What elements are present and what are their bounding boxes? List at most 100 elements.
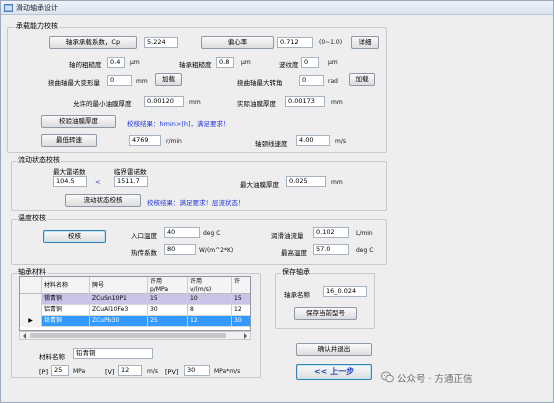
row-selector[interactable]	[20, 305, 42, 316]
bore-roughness-unit: μm	[241, 59, 251, 66]
actual-film-label: 实际油膜厚度	[237, 100, 276, 108]
deformation-unit: mm	[136, 78, 148, 85]
deformation-load-button[interactable]: 加载	[155, 73, 182, 86]
title-bar: 滑动轴承设计	[1, 1, 553, 15]
waviness-field[interactable]: 0	[301, 57, 319, 68]
max-temp-field[interactable]: 57.0	[313, 244, 349, 255]
table-row[interactable]: 铝青铜 ZCuAl10Fe3 30 8 12	[20, 305, 250, 316]
bearing-coef-button[interactable]: 轴承承载系数，Cp	[49, 36, 137, 49]
load-capacity-title: 承载能力校核	[15, 21, 59, 31]
allow-pv-field[interactable]: 30	[184, 365, 210, 376]
journal-speed-label: 轴颈线速度	[255, 140, 288, 148]
shaft-roughness-label: 轴的粗糙度	[69, 61, 102, 69]
max-film-unit: mm	[331, 179, 343, 186]
tilt-angle-label: 挠曲轴最大转角	[237, 79, 283, 87]
max-temp-label: 最高温度	[281, 249, 307, 257]
table-cell: ZCuAl10Fe3	[90, 305, 148, 316]
table-cell: 铅青铜	[42, 316, 90, 327]
heat-coef-label: 热传系数	[131, 249, 157, 257]
material-name-label: 材料名称	[39, 353, 65, 361]
flow-check-result: 校核结果：满足要求！层流状态！	[147, 199, 245, 207]
column-header[interactable]: 许	[232, 277, 250, 294]
eccentricity-range: (0~1.0)	[319, 39, 343, 46]
critical-reynolds-label: 临界雷诺数	[114, 168, 147, 176]
table-cell: 30	[148, 305, 188, 316]
tilt-angle-field[interactable]: 0	[299, 75, 324, 86]
confirm-exit-button[interactable]: 确认并退出	[296, 343, 372, 356]
back-button[interactable]: << 上一步	[296, 364, 372, 380]
window-title: 滑动轴承设计	[16, 4, 58, 12]
table-row-selected[interactable]: ▶ 铅青铜 ZCuPb30 25 12 30	[20, 316, 250, 327]
bearing-coef-field[interactable]: 5.224	[144, 37, 178, 48]
heat-coef-unit: W/(m^2*K)	[199, 247, 234, 254]
eccentricity-button[interactable]: 偏心率	[201, 36, 274, 49]
allow-p-field[interactable]: 25	[51, 365, 69, 376]
table-row[interactable]: 锡青铜 ZCuSn10P1 15 10 15	[20, 294, 250, 305]
save-bearing-title: 保存轴承	[281, 267, 311, 277]
bearing-name-field[interactable]: 16_0.024	[323, 286, 367, 297]
detail-button[interactable]: 详细	[351, 36, 379, 49]
table-cell: 30	[234, 317, 242, 324]
bore-roughness-label: 轴承粗糙度	[179, 61, 212, 69]
waviness-label: 波纹度	[279, 61, 299, 69]
row-selector[interactable]: ▶	[20, 316, 42, 327]
temperature-check-button[interactable]: 校核	[43, 230, 106, 243]
less-than-sign: <	[95, 178, 101, 186]
app-icon	[4, 4, 13, 12]
tilt-angle-unit: rad	[328, 78, 338, 85]
scroll-left-arrow-icon[interactable]	[22, 333, 28, 339]
temperature-title: 温度校核	[17, 213, 47, 223]
wechat-logo-icon	[381, 371, 394, 383]
table-header: 材料名称 牌号 许用 p/MPa 许用 v/(m/s) 许	[20, 277, 250, 294]
inlet-temp-unit: deg C	[203, 230, 221, 237]
critical-reynolds-field[interactable]: 1511.7	[114, 176, 148, 187]
check-film-button[interactable]: 校验油膜厚度	[41, 115, 116, 128]
main-window: 滑动轴承设计 承载能力校核 轴承承载系数，Cp 5.224 偏心率 0.712 …	[0, 0, 554, 403]
column-header[interactable]: 材料名称	[42, 277, 90, 294]
max-film-label: 最大油膜厚度	[240, 181, 279, 189]
table-cell: 15	[234, 295, 242, 302]
max-film-field[interactable]: 0.025	[286, 176, 326, 187]
max-reynolds-label: 最大雷诺数	[53, 168, 86, 176]
table-cell: 铝青铜	[42, 305, 90, 316]
material-table[interactable]: 材料名称 牌号 许用 p/MPa 许用 v/(m/s) 许 锡青铜 ZCuSn1…	[19, 276, 251, 331]
watermark-text: 公众号 · 方通正信	[397, 374, 473, 385]
min-speed-field[interactable]: 4769	[129, 135, 161, 146]
inlet-temp-field[interactable]: 40	[164, 227, 200, 238]
actual-film-field[interactable]: 0.00173	[285, 96, 325, 107]
allow-pv-unit: MPa*m/s	[214, 368, 241, 375]
max-reynolds-field[interactable]: 104.5	[53, 176, 87, 187]
scrollbar-thumb[interactable]	[30, 333, 226, 338]
scroll-right-arrow-icon[interactable]	[242, 333, 248, 339]
table-horizontal-scrollbar[interactable]	[19, 331, 251, 340]
min-speed-button[interactable]: 最低转速	[41, 134, 97, 147]
inlet-temp-label: 入口温度	[131, 232, 157, 240]
shaft-roughness-field[interactable]: 0.4	[107, 57, 125, 68]
allowed-film-field[interactable]: 0.00120	[144, 96, 184, 107]
column-header[interactable]: 许用 p/MPa	[148, 277, 188, 294]
lube-flow-unit: L/min	[356, 230, 373, 237]
tilt-angle-load-button[interactable]: 加载	[349, 73, 375, 86]
table-cell: 锡青铜	[42, 294, 90, 305]
material-name-field[interactable]: 铅青铜	[73, 348, 153, 359]
save-model-button[interactable]: 保存当前型号	[294, 307, 357, 320]
eccentricity-field[interactable]: 0.712	[277, 37, 313, 48]
lube-flow-label: 润滑油流量	[271, 232, 304, 240]
column-header[interactable]: 牌号	[90, 277, 148, 294]
heat-coef-field[interactable]: 80	[164, 244, 196, 255]
allow-v-field[interactable]: 12	[118, 365, 142, 376]
table-header-corner	[20, 277, 42, 294]
journal-speed-field[interactable]: 4.00	[296, 135, 330, 146]
bore-roughness-field[interactable]: 0.8	[216, 57, 234, 68]
min-speed-unit: r/min	[166, 138, 182, 145]
flow-check-button[interactable]: 流动状态校核	[65, 194, 141, 207]
table-cell: 12	[234, 306, 242, 313]
row-selector[interactable]	[20, 294, 42, 305]
deformation-field[interactable]: 0	[107, 75, 132, 86]
deformation-label: 挠曲轴最大变形量	[48, 79, 100, 87]
table-cell: 8	[188, 305, 232, 316]
column-header[interactable]: 许用 v/(m/s)	[188, 277, 232, 294]
lube-flow-field[interactable]: 0.102	[313, 227, 349, 238]
table-cell: 25	[148, 316, 188, 327]
waviness-unit: μm	[328, 59, 338, 66]
